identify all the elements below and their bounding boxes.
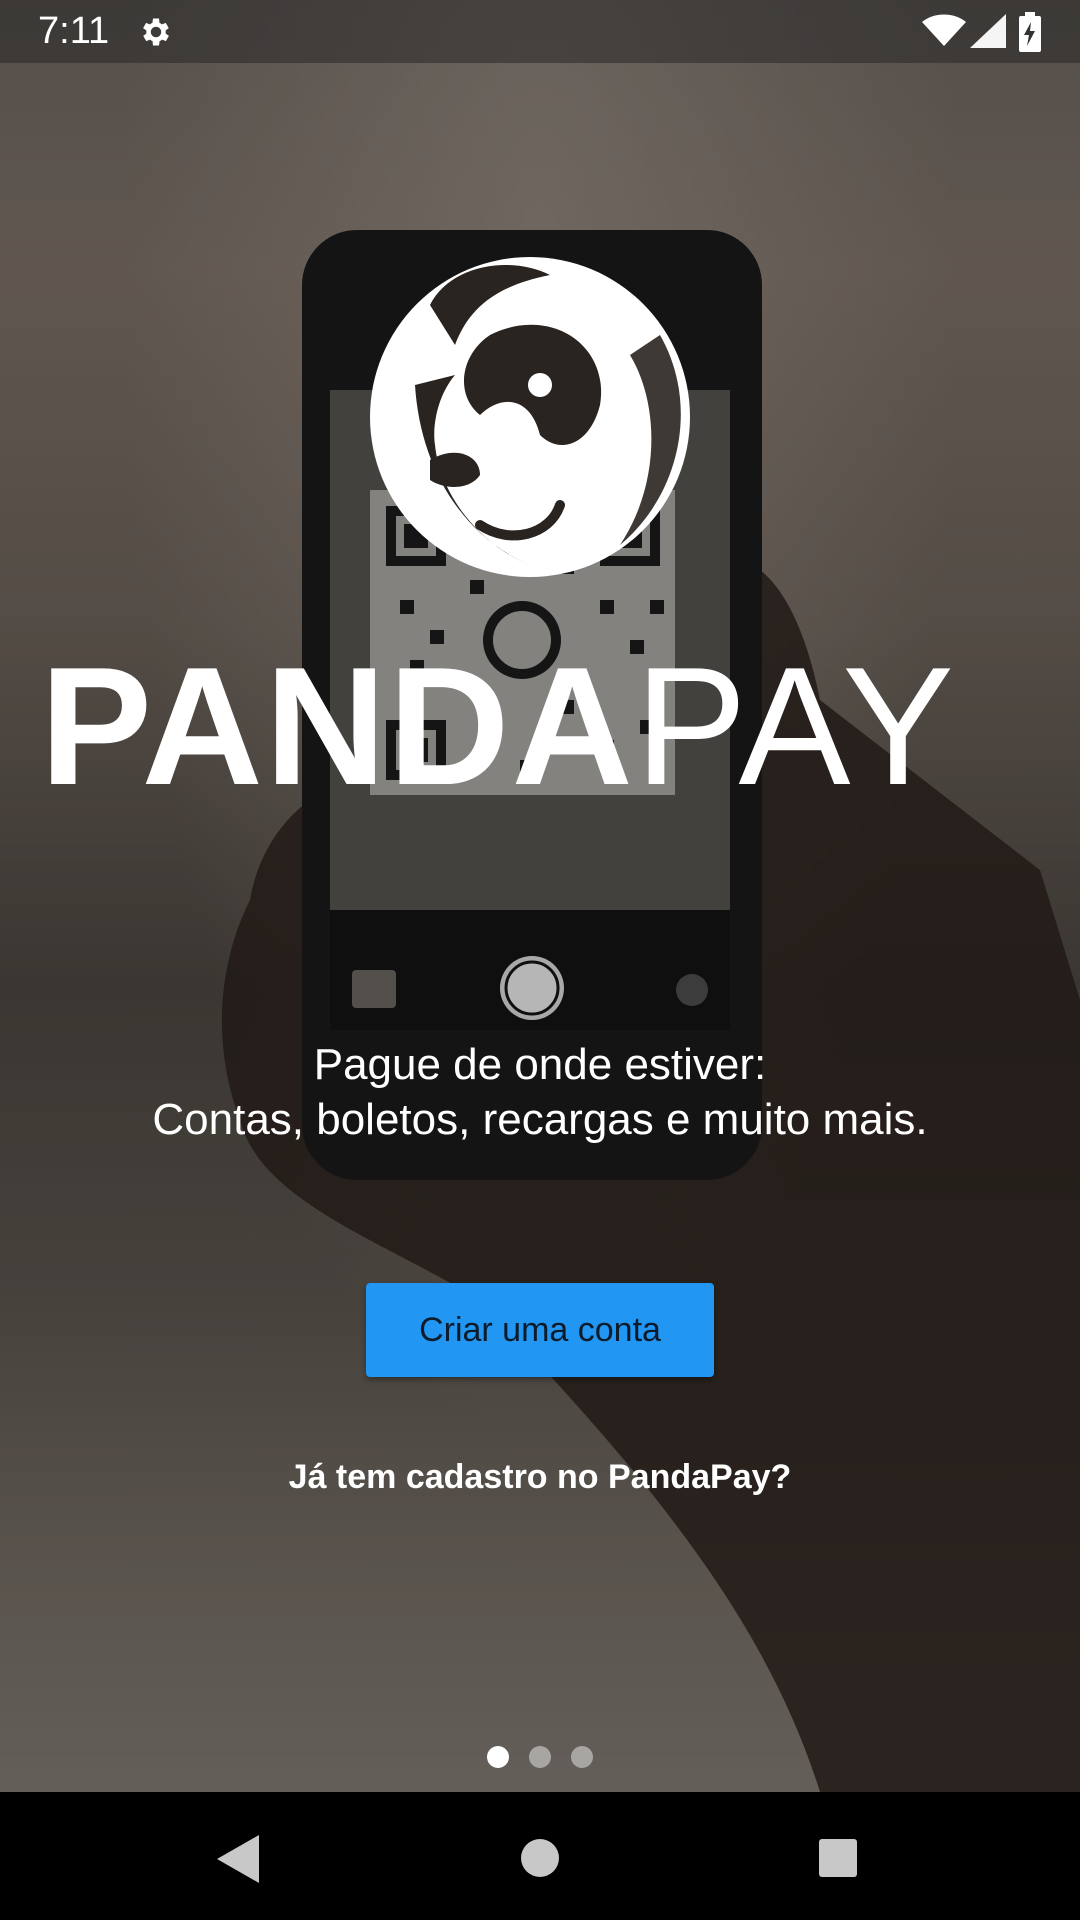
- pager-dot-2[interactable]: [529, 1746, 551, 1768]
- pandapay-wordmark: PANDAPAY: [40, 630, 1040, 820]
- settings-icon: [143, 18, 169, 46]
- home-icon[interactable]: [520, 1838, 560, 1878]
- login-link[interactable]: Já tem cadastro no PandaPay?: [0, 1458, 1080, 1497]
- back-icon[interactable]: [215, 1833, 261, 1885]
- status-time: 7:11: [38, 10, 110, 52]
- pager-indicator: [0, 1746, 1080, 1768]
- battery-charging-icon: [1019, 12, 1041, 52]
- panda-logo-icon: [370, 257, 690, 577]
- pager-dot-3[interactable]: [571, 1746, 593, 1768]
- recents-icon[interactable]: [818, 1838, 858, 1878]
- screen: 7:11 PANDAPAY Pague de onde estiver: Con…: [0, 0, 1080, 1920]
- wordmark-pay: PAY: [634, 632, 959, 820]
- wordmark-panda: PANDA: [40, 632, 635, 820]
- tagline-line-1: Pague de onde estiver:: [313, 1040, 767, 1089]
- create-account-button[interactable]: Criar uma conta: [366, 1283, 714, 1377]
- wifi-icon: [922, 14, 966, 46]
- status-bar: 7:11: [0, 0, 1080, 63]
- tagline-line-2: Contas, boletos, recargas e muito mais.: [152, 1095, 928, 1144]
- pager-dot-1[interactable]: [487, 1746, 509, 1768]
- cell-signal-icon: [970, 14, 1006, 48]
